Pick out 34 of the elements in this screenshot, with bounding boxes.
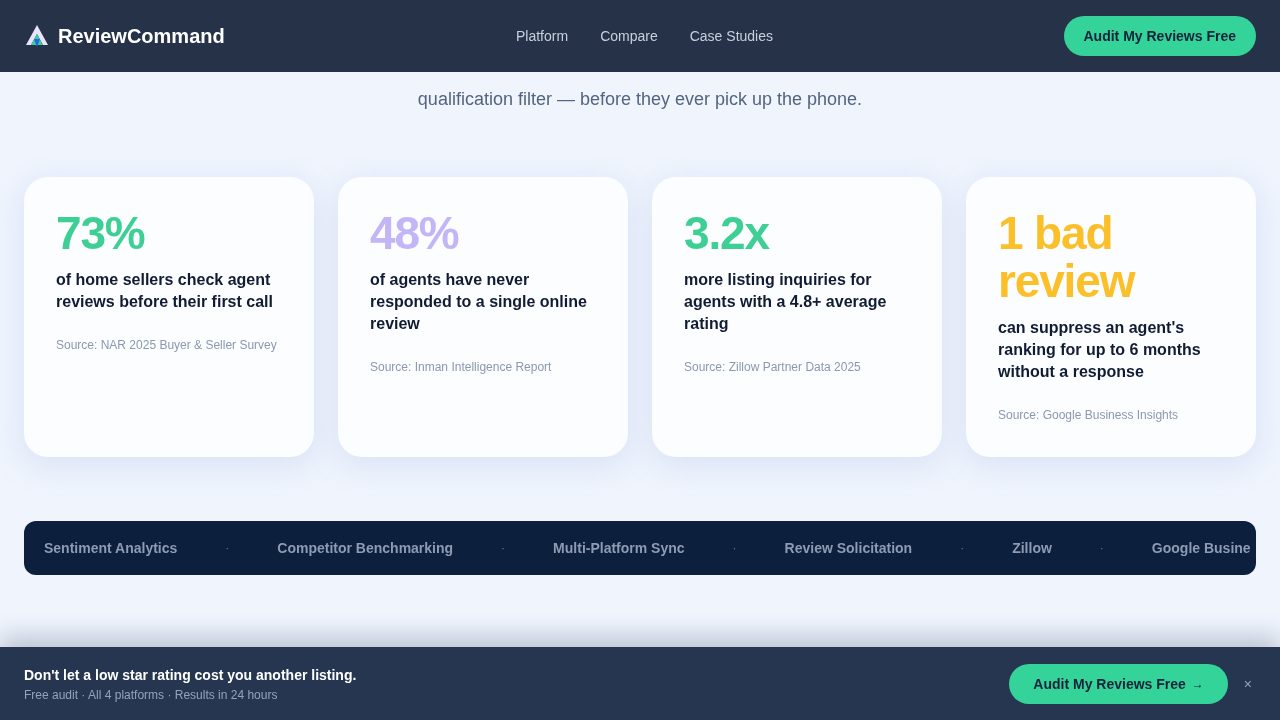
ticker-separator: · [225, 540, 230, 556]
stat-source: Source: NAR 2025 Buyer & Seller Survey [56, 337, 278, 353]
ticker-item: Sentiment Analytics [44, 539, 178, 558]
stat-description: can suppress an agent's ranking for up to 6 months without a response [998, 318, 1202, 382]
stat-source: Source: Zillow Partner Data 2025 [684, 359, 862, 375]
audit-button[interactable]: Audit My Reviews Free → [1009, 663, 1228, 704]
stat-value: 3.2x [684, 209, 771, 257]
ticker-separator: · [501, 540, 506, 556]
banner-subtitle: Free audit · All 4 platforms · Results in 24 hours [24, 686, 279, 703]
ticker-item: Google Busine [1151, 539, 1251, 558]
nav-link[interactable]: Case Studies [689, 26, 773, 46]
stat-value: 48% [370, 209, 460, 257]
banner-title: Don't let a low star rating cost you another listing. [24, 665, 358, 685]
ticker-item: Zillow [1012, 539, 1052, 558]
intro-text: qualification filter — before they ever pick up the phone. [416, 88, 864, 111]
stat-description: more listing inquiries for agents with a 4.8+ average rating [684, 270, 888, 334]
close-button[interactable]: × [1239, 673, 1256, 694]
brand-name[interactable]: ReviewCommand [58, 22, 225, 50]
ticker-item: Multi-Platform Sync [553, 539, 685, 558]
stat-value: 1 bad review [998, 209, 1136, 305]
stat-description: of home sellers check agent reviews before their first call [56, 270, 274, 312]
ticker-separator: · [1099, 540, 1104, 556]
audit-button[interactable]: Audit My Reviews Free [1063, 16, 1256, 56]
stat-source: Source: Google Business Insights [998, 407, 1180, 423]
stat-description: of agents have never responded to a single online review [370, 270, 588, 334]
nav-link[interactable]: Compare [600, 26, 658, 46]
nav-link[interactable]: Platform [516, 26, 569, 46]
stat-value: 73% [56, 209, 146, 257]
ticker-item: Competitor Benchmarking [277, 539, 454, 558]
ticker-separator: · [732, 540, 737, 556]
ticker-item: Review Solicitation [784, 539, 913, 558]
stat-source: Source: Inman Intelligence Report [370, 359, 553, 375]
ticker-separator: · [960, 540, 965, 556]
logo-icon [24, 23, 50, 49]
